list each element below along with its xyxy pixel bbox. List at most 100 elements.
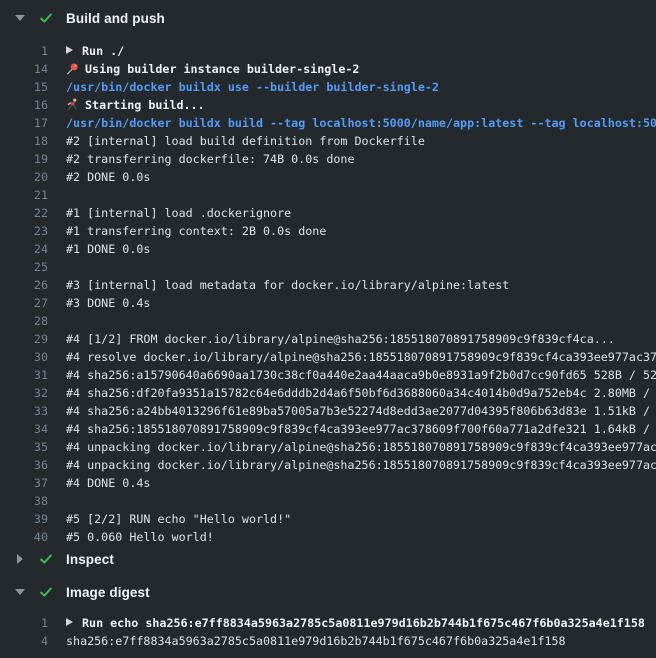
line-number[interactable]: 20 [0,168,48,186]
log-line: 24 #1 DONE 0.0s [0,240,656,258]
log-line: 38 [0,492,656,510]
line-number[interactable]: 40 [0,528,48,546]
line-number[interactable]: 33 [0,402,48,420]
log-line: 20 #2 DONE 0.0s [0,168,656,186]
line-number[interactable]: 21 [0,186,48,204]
log-lines: 1 Run ./ 14 Using builder instance builder-… [0,42,656,546]
line-number[interactable]: 1 [0,614,48,632]
line-number[interactable]: 14 [0,60,48,78]
log-line: 14 Using builder instance builder-single-… [0,60,656,78]
log-line: 15/usr/bin/docker buildx use --builder b… [0,78,656,96]
line-number[interactable]: 24 [0,240,48,258]
check-success-icon [38,551,54,567]
line-number[interactable]: 1 [0,42,48,60]
line-number[interactable]: 39 [0,510,48,528]
log-line: 35 #4 unpacking docker.io/library/alpine@… [0,438,656,456]
log-text: sha256:e7ff8834a5963a2785c5a0811e979d16b… [66,632,566,650]
line-number[interactable]: 31 [0,366,48,384]
log-line: 39 #5 [2/2] RUN echo "Hello world!" [0,510,656,528]
expand-arrow-icon[interactable] [66,46,73,54]
section-inspect: Inspect [0,546,656,572]
log-group-line[interactable]: Run ./ [66,42,124,60]
log-line: 21 [0,186,656,204]
log-text: Starting build... [66,96,205,114]
log-line: 18 #2 [internal] load build definition fr… [0,132,656,150]
log-lines: 1 Run echo sha256:e7ff8834a5963a2785c5a08… [0,614,656,650]
log-text: #1 transferring context: 2B 0.0s done [66,222,326,240]
log-line: 30 #4 resolve docker.io/library/alpine@sh… [0,348,656,366]
line-number[interactable]: 16 [0,96,48,114]
log-line: 36 #4 unpacking docker.io/library/alpine@… [0,456,656,474]
log-text: #1 [internal] load .dockerignore [66,204,291,222]
line-number[interactable]: 29 [0,330,48,348]
log-text: #4 unpacking docker.io/library/alpine@sh… [66,438,656,456]
line-number[interactable]: 25 [0,258,48,276]
section-image-digest: Image digest 1 Run echo sha256:e7ff8834a5… [0,579,656,650]
log-line: 26 #3 [internal] load metadata for docker… [0,276,656,294]
log-line: 29 #4 [1/2] FROM docker.io/library/alpine… [0,330,656,348]
log-line: 37#4 DONE 0.4s [0,474,656,492]
runner-icon [66,98,79,111]
chevron-down-icon[interactable] [14,586,26,598]
log-line: 1 Run ./ [0,42,656,60]
log-text: #3 [internal] load metadata for docker.i… [66,276,509,294]
line-number[interactable]: 19 [0,150,48,168]
line-number[interactable]: 18 [0,132,48,150]
chevron-right-icon[interactable] [14,553,26,565]
section-title: Build and push [66,11,165,26]
line-number[interactable]: 32 [0,384,48,402]
section-title: Image digest [66,585,150,600]
log-line: 23 #1 transferring context: 2B 0.0s done [0,222,656,240]
pushpin-icon [66,62,79,75]
log-text: #3 DONE 0.4s [66,294,150,312]
log-text: #4 unpacking docker.io/library/alpine@sh… [66,456,656,474]
log-line: 17/usr/bin/docker buildx build --tag loc… [0,114,656,132]
log-line: 28 [0,312,656,330]
log-group-line[interactable]: Run echo sha256:e7ff8834a5963a2785c5a081… [66,614,645,632]
expand-arrow-icon[interactable] [66,618,73,626]
log-line: 1 Run echo sha256:e7ff8834a5963a2785c5a08… [0,614,656,632]
line-number[interactable]: 23 [0,222,48,240]
log-text: #2 [internal] load build definition from… [66,132,425,150]
log-text: #5 [2/2] RUN echo "Hello world!" [66,510,291,528]
check-success-icon [38,10,54,26]
line-number[interactable]: 15 [0,78,48,96]
log-line: 16 Starting build... [0,96,656,114]
section-title: Inspect [66,552,114,567]
line-number[interactable]: 30 [0,348,48,366]
line-number[interactable]: 4 [0,632,48,650]
line-number[interactable]: 28 [0,312,48,330]
line-number[interactable]: 36 [0,456,48,474]
actions-log-viewer: Build and push 1Run ./14Using builder in… [0,0,656,658]
log-line: 33 #4 sha256:a24bb4013296f61e89ba57005a7b… [0,402,656,420]
log-text: #5 0.060 Hello world! [66,528,214,546]
line-number[interactable]: 22 [0,204,48,222]
line-number[interactable]: 17 [0,114,48,132]
log-text: #4 sha256:df20fa9351a15782c64e6dddb2d4a6… [66,384,656,402]
log-text: #4 resolve docker.io/library/alpine@sha2… [66,348,656,366]
log-line: 22 #1 [internal] load .dockerignore [0,204,656,222]
log-line: 40 #5 0.060 Hello world! [0,528,656,546]
section-build-and-push: Build and push 1 Run ./ 14 Using builder in… [0,5,656,546]
log-text: #2 DONE 0.0s [66,168,150,186]
line-number[interactable]: 35 [0,438,48,456]
log-text: Using builder instance builder-single-2 [66,60,359,78]
log-text: #4 sha256:a24bb4013296f61e89ba57005a7b3e… [66,402,656,420]
log-text: #1 DONE 0.0s [66,240,150,258]
log-line: 31#4 sha256:a15790640a6690aa1730c38cf0a4… [0,366,656,384]
log-text: #4 sha256:185518070891758909c9f839cf4ca3… [66,420,656,438]
log-line: 4 sha256:e7ff8834a5963a2785c5a0811e979d16… [0,632,656,650]
line-number[interactable]: 34 [0,420,48,438]
line-number[interactable]: 37 [0,474,48,492]
log-text: #4 [1/2] FROM docker.io/library/alpine@s… [66,330,615,348]
line-number[interactable]: 26 [0,276,48,294]
log-line: 19#2 transferring dockerfile: 74B 0.0s d… [0,150,656,168]
line-number[interactable]: 38 [0,492,48,510]
section-header-build-and-push[interactable]: Build and push [0,5,656,31]
log-line: 34 #4 sha256:185518070891758909c9f839cf4c… [0,420,656,438]
section-header-inspect[interactable]: Inspect [0,546,656,572]
chevron-down-icon[interactable] [14,12,26,24]
section-header-image-digest[interactable]: Image digest [0,579,656,605]
line-number[interactable]: 27 [0,294,48,312]
log-text: /usr/bin/docker buildx build --tag local… [66,114,656,132]
